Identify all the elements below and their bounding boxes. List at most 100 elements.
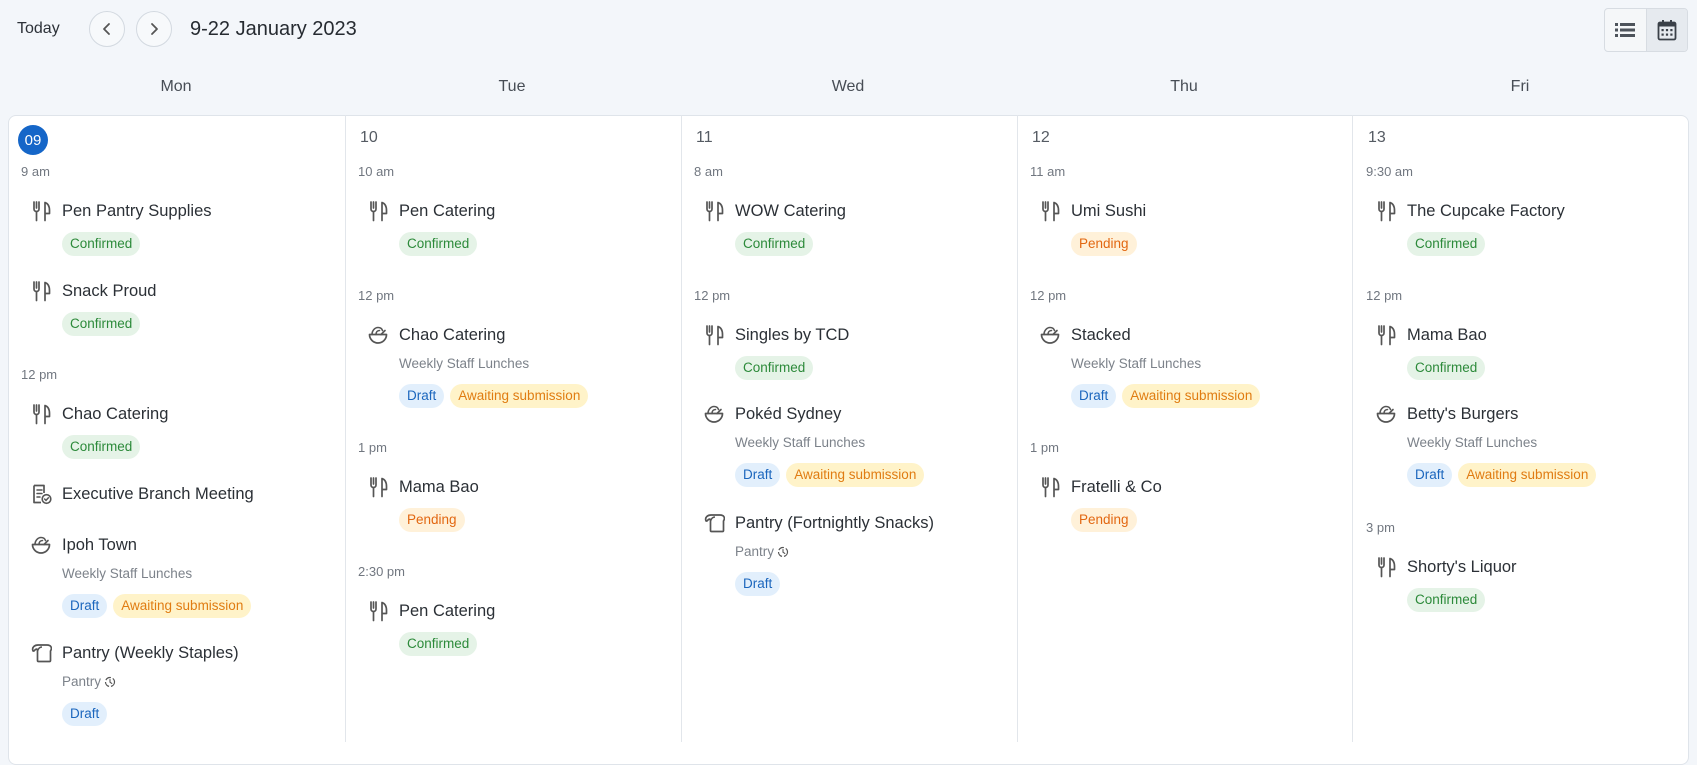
cutlery-icon bbox=[1042, 477, 1060, 498]
awaiting-badge: Awaiting submission bbox=[113, 594, 252, 618]
event-title: Pantry (Weekly Staples) bbox=[62, 644, 239, 662]
day-number[interactable]: 11 bbox=[696, 129, 713, 147]
bowl-icon bbox=[31, 536, 51, 554]
event-title: WOW Catering bbox=[735, 202, 846, 220]
event-title: Ipoh Town bbox=[62, 536, 137, 554]
event-subtitle: Weekly Staff Lunches bbox=[1071, 356, 1202, 371]
event-title: Stacked bbox=[1071, 326, 1131, 344]
event-card[interactable]: Pen Catering Confirmed bbox=[367, 600, 667, 658]
day-header-fri: Fri bbox=[1510, 78, 1530, 95]
awaiting-badge: Awaiting submission bbox=[1122, 384, 1261, 408]
time-label: 1 pm bbox=[358, 440, 387, 455]
event-card[interactable]: Ipoh Town Weekly Staff Lunches Draft Awa… bbox=[30, 534, 330, 620]
day-number-today[interactable]: 09 bbox=[18, 125, 48, 155]
day-number[interactable]: 12 bbox=[1032, 129, 1050, 147]
event-card[interactable]: Stacked Weekly Staff Lunches Draft Await… bbox=[1039, 324, 1339, 410]
event-card[interactable]: Snack Proud Confirmed bbox=[30, 280, 330, 338]
draft-badge: Draft bbox=[62, 594, 108, 618]
time-label: 9 am bbox=[21, 164, 50, 179]
event-title: Chao Catering bbox=[399, 326, 506, 344]
event-card[interactable]: Fratelli & Co Pending bbox=[1039, 476, 1339, 534]
event-card[interactable]: Umi Sushi Pending bbox=[1039, 200, 1339, 258]
event-title: Pokéd Sydney bbox=[735, 405, 842, 423]
event-card[interactable]: Pen Catering Confirmed bbox=[367, 200, 667, 258]
recurring-icon bbox=[104, 676, 116, 688]
cutlery-icon bbox=[1378, 201, 1396, 222]
day-header-thu: Thu bbox=[1170, 78, 1198, 95]
time-label: 8 am bbox=[694, 164, 723, 179]
day-number[interactable]: 10 bbox=[360, 129, 378, 147]
recurring-icon bbox=[777, 546, 789, 558]
cutlery-icon bbox=[1042, 201, 1060, 222]
event-card[interactable]: Betty's Burgers Weekly Staff Lunches Dra… bbox=[1375, 403, 1675, 489]
time-label: 9:30 am bbox=[1366, 164, 1413, 179]
status-badge: Confirmed bbox=[735, 232, 814, 256]
event-card[interactable]: Pen Pantry Supplies Confirmed bbox=[30, 200, 330, 258]
event-card[interactable]: The Cupcake Factory Confirmed bbox=[1375, 200, 1675, 258]
status-badge: Confirmed bbox=[62, 232, 141, 256]
cutlery-icon bbox=[706, 325, 724, 346]
day-header-wed: Wed bbox=[831, 78, 865, 95]
status-badge: Pending bbox=[399, 508, 465, 532]
event-card[interactable]: WOW Catering Confirmed bbox=[703, 200, 1003, 258]
cutlery-icon bbox=[1378, 557, 1396, 578]
event-card[interactable]: Pokéd Sydney Weekly Staff Lunches Draft … bbox=[703, 403, 1003, 489]
event-card[interactable]: Singles by TCD Confirmed bbox=[703, 324, 1003, 382]
event-title: Snack Proud bbox=[62, 282, 157, 300]
time-label: 1 pm bbox=[1030, 440, 1059, 455]
calendar-view-button[interactable] bbox=[1645, 9, 1687, 51]
time-label: 12 pm bbox=[694, 288, 731, 303]
event-subtitle: Weekly Staff Lunches bbox=[399, 356, 530, 371]
chevron-right-icon bbox=[151, 23, 158, 35]
event-subtitle: Pantry bbox=[735, 544, 789, 559]
bowl-icon bbox=[1376, 405, 1396, 423]
event-title: Pen Pantry Supplies bbox=[62, 202, 212, 220]
bowl-icon bbox=[368, 326, 388, 344]
event-title: Betty's Burgers bbox=[1407, 405, 1519, 423]
event-card[interactable]: Mama Bao Confirmed bbox=[1375, 324, 1675, 382]
event-card[interactable]: Mama Bao Pending bbox=[367, 476, 667, 534]
calendar-toolbar: Today 9-22 January 2023 bbox=[0, 0, 1697, 62]
event-title: The Cupcake Factory bbox=[1407, 202, 1565, 220]
event-subtitle: Weekly Staff Lunches bbox=[735, 435, 866, 450]
event-card[interactable]: Chao Catering Weekly Staff Lunches Draft… bbox=[367, 324, 667, 410]
event-title: Fratelli & Co bbox=[1071, 478, 1162, 496]
today-button[interactable]: Today bbox=[17, 20, 60, 38]
cutlery-icon bbox=[33, 404, 51, 425]
draft-badge: Draft bbox=[1407, 463, 1453, 487]
cutlery-icon bbox=[706, 201, 724, 222]
time-label: 2:30 pm bbox=[358, 564, 405, 579]
previous-period-button[interactable] bbox=[89, 11, 125, 47]
status-badge: Confirmed bbox=[1407, 356, 1486, 380]
status-badge: Pending bbox=[1071, 508, 1137, 532]
list-view-button[interactable] bbox=[1605, 9, 1646, 51]
event-title: Chao Catering bbox=[62, 405, 169, 423]
column-divider bbox=[1017, 115, 1018, 742]
calendar-view-icon bbox=[1657, 20, 1677, 41]
draft-badge: Draft bbox=[62, 702, 108, 726]
event-subtitle: Pantry bbox=[62, 674, 116, 689]
event-card[interactable]: Pantry (Fortnightly Snacks) Pantry Draft bbox=[703, 512, 1003, 598]
event-card[interactable]: Chao Catering Confirmed bbox=[30, 403, 330, 461]
event-subtitle: Weekly Staff Lunches bbox=[1407, 435, 1538, 450]
event-card[interactable]: Pantry (Weekly Staples) Pantry Draft bbox=[30, 642, 330, 728]
event-subtitle: Weekly Staff Lunches bbox=[62, 566, 193, 581]
event-card[interactable]: Shorty's Liquor Confirmed bbox=[1375, 556, 1675, 614]
cutlery-icon bbox=[1378, 325, 1396, 346]
day-number[interactable]: 13 bbox=[1368, 129, 1386, 147]
awaiting-badge: Awaiting submission bbox=[450, 384, 589, 408]
bowl-icon bbox=[1040, 326, 1060, 344]
event-title: Singles by TCD bbox=[735, 326, 850, 344]
day-header-mon: Mon bbox=[160, 78, 192, 95]
time-label: 11 am bbox=[1030, 164, 1066, 179]
list-view-icon bbox=[1615, 23, 1636, 37]
draft-badge: Draft bbox=[399, 384, 445, 408]
time-label: 3 pm bbox=[1366, 520, 1395, 535]
time-label: 12 pm bbox=[1366, 288, 1403, 303]
event-card[interactable]: Executive Branch Meeting bbox=[30, 483, 330, 509]
status-badge: Confirmed bbox=[399, 632, 478, 656]
time-label: 12 pm bbox=[21, 367, 58, 382]
event-title: Pen Catering bbox=[399, 602, 496, 620]
next-period-button[interactable] bbox=[136, 11, 172, 47]
status-badge: Confirmed bbox=[399, 232, 478, 256]
